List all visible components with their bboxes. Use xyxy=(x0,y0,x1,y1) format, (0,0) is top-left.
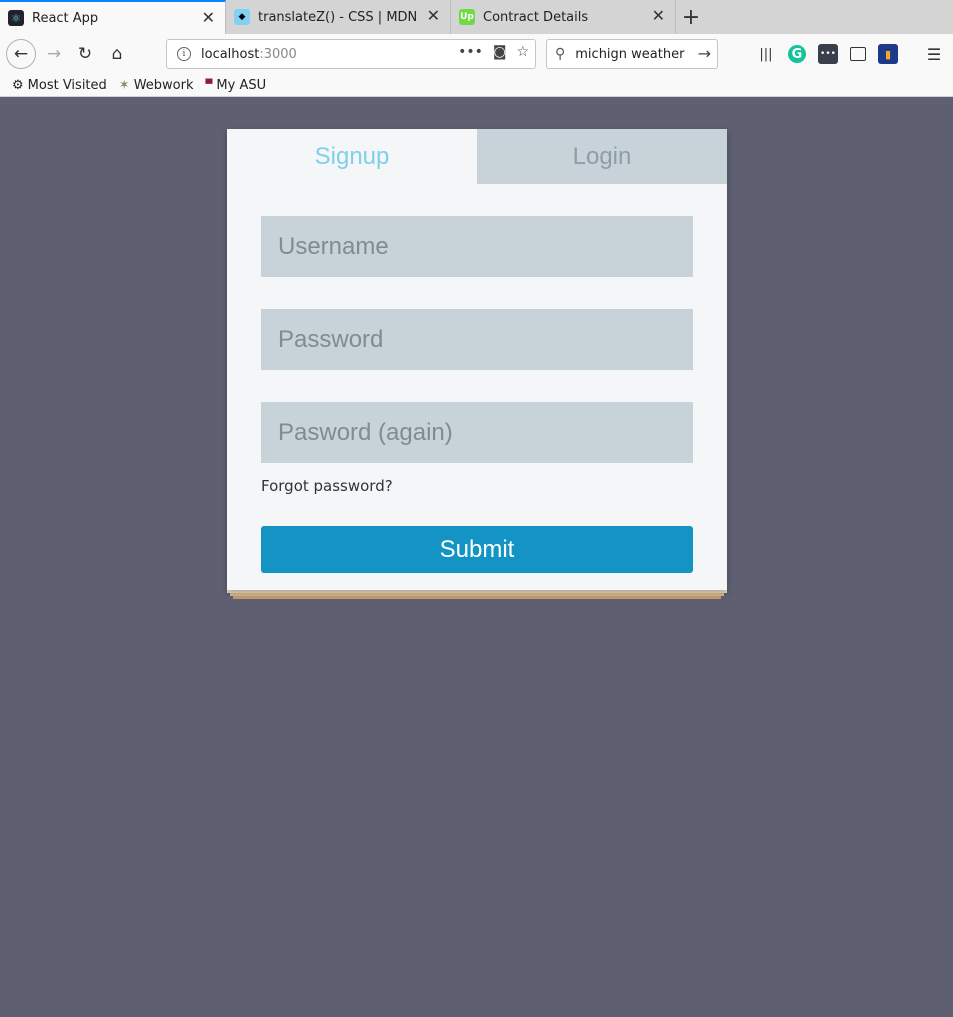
search-bar[interactable]: ⚲ michign weather → xyxy=(546,39,718,69)
upwork-icon: Up xyxy=(459,9,475,25)
tab-login[interactable]: Login xyxy=(477,129,727,184)
arrow-left-icon: ← xyxy=(13,44,29,64)
browser-nav-bar: ← → ↻ ⌂ i localhost:3000 ••• ◙ ☆ ⚲ michi… xyxy=(0,34,953,74)
sidebar-icon[interactable] xyxy=(850,47,866,61)
arrow-right-icon: → xyxy=(46,44,62,64)
password-again-input[interactable] xyxy=(261,402,693,463)
home-icon: ⌂ xyxy=(111,44,123,64)
plus-icon: + xyxy=(681,4,701,30)
url-host: localhost xyxy=(201,46,260,62)
close-icon[interactable]: ✕ xyxy=(427,8,440,24)
reload-icon: ↻ xyxy=(77,44,93,64)
bookmark-my-asu[interactable]: ▀ My ASU xyxy=(206,78,267,93)
new-tab-button[interactable]: + xyxy=(676,0,706,34)
tab-label: translateZ() - CSS | MDN xyxy=(258,9,418,25)
menu-icon[interactable]: ☰ xyxy=(924,44,944,64)
bookmark-webwork[interactable]: ✶ Webwork xyxy=(119,78,194,93)
mdn-icon: ◆ xyxy=(234,9,250,25)
tab-label: React App xyxy=(32,10,99,26)
grammarly-icon[interactable]: G xyxy=(788,45,806,63)
signup-card: Signup Login Forgot password? Submit xyxy=(227,129,727,590)
back-button[interactable]: ← xyxy=(6,39,36,69)
forward-button[interactable]: → xyxy=(40,40,68,68)
gear-icon: ⚙ xyxy=(12,77,24,93)
close-icon[interactable]: ✕ xyxy=(652,8,665,24)
asu-icon: ▀ xyxy=(205,80,213,90)
toolbar-icons: ||| G ••• ▮ ☰ xyxy=(756,44,944,64)
bookmark-label: Webwork xyxy=(133,77,194,93)
reload-button[interactable]: ↻ xyxy=(71,40,99,68)
browser-tab-bar: ⚛ React App ✕ ◆ translateZ() - CSS | MDN… xyxy=(0,0,953,34)
browser-tab-react-app[interactable]: ⚛ React App ✕ xyxy=(0,0,226,34)
chart-extension-icon[interactable]: ▮ xyxy=(878,44,898,64)
username-input[interactable] xyxy=(261,216,693,277)
library-icon[interactable]: ||| xyxy=(756,44,776,64)
bookmark-most-visited[interactable]: ⚙ Most Visited xyxy=(12,78,107,93)
url-bar[interactable]: i localhost:3000 ••• ◙ ☆ xyxy=(166,39,536,69)
react-icon: ⚛ xyxy=(8,10,24,26)
browser-tab-mdn[interactable]: ◆ translateZ() - CSS | MDN ✕ xyxy=(226,0,451,34)
tab-signup[interactable]: Signup xyxy=(227,129,477,184)
password-input[interactable] xyxy=(261,309,693,370)
browser-tab-contract-details[interactable]: Up Contract Details ✕ xyxy=(451,0,676,34)
star-icon[interactable]: ☆ xyxy=(516,44,529,60)
bookmarks-bar: ⚙ Most Visited ✶ Webwork ▀ My ASU xyxy=(0,74,953,97)
pocket-icon[interactable]: ◙ xyxy=(493,44,507,60)
bookmark-label: Most Visited xyxy=(27,77,107,93)
search-icon: ⚲ xyxy=(555,46,566,62)
more-icon[interactable]: ••• xyxy=(458,44,483,60)
tab-label: Contract Details xyxy=(483,9,589,25)
url-port: :3000 xyxy=(259,46,297,62)
submit-button[interactable]: Submit xyxy=(261,526,693,573)
home-button[interactable]: ⌂ xyxy=(103,40,131,68)
webwork-icon: ✶ xyxy=(118,77,130,93)
extension-icon[interactable]: ••• xyxy=(818,44,838,64)
close-icon[interactable]: ✕ xyxy=(202,10,215,26)
arrow-right-icon[interactable]: → xyxy=(698,44,711,63)
search-input[interactable]: michign weather xyxy=(575,47,684,62)
form-tab-row: Signup Login xyxy=(227,129,727,184)
info-icon[interactable]: i xyxy=(177,47,191,61)
forgot-password-link[interactable]: Forgot password? xyxy=(261,477,393,495)
bookmark-label: My ASU xyxy=(216,77,267,93)
